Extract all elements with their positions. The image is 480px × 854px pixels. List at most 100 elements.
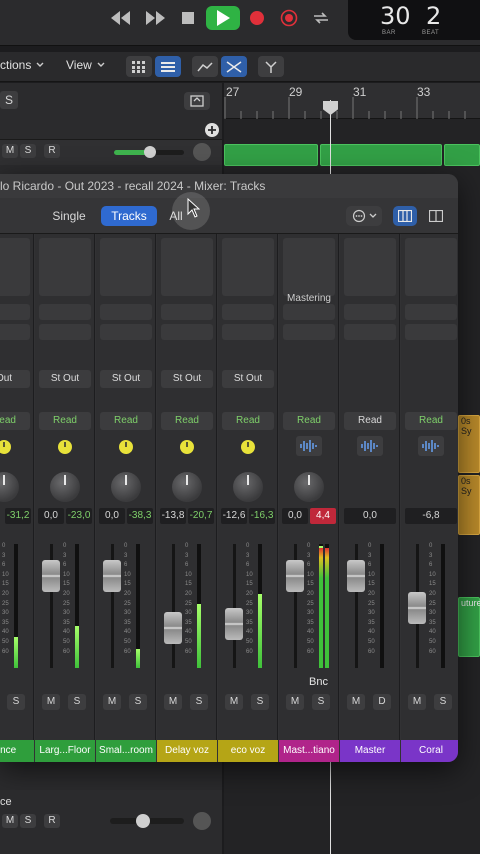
solo-button[interactable]: S xyxy=(434,694,452,710)
rewind-button[interactable] xyxy=(106,6,136,30)
instrument-icon[interactable] xyxy=(239,438,257,456)
channel-name[interactable]: .ence xyxy=(0,740,34,762)
solo-global-button[interactable]: S xyxy=(0,91,18,109)
forward-button[interactable] xyxy=(140,6,170,30)
volume-value[interactable]: 0,0 xyxy=(38,508,64,524)
track-row[interactable]: M S R xyxy=(0,139,222,165)
pan-knob[interactable] xyxy=(0,472,19,502)
peak-value[interactable]: -16,3 xyxy=(249,508,275,524)
mute-button[interactable]: M xyxy=(164,694,182,710)
mute-button[interactable]: M xyxy=(286,694,304,710)
channel-name[interactable]: Smal...room xyxy=(96,740,156,762)
mute-button[interactable]: M xyxy=(2,814,18,828)
capture-record-button[interactable] xyxy=(276,6,302,30)
list-view-button[interactable] xyxy=(155,56,181,77)
plugin-slots[interactable] xyxy=(0,238,30,296)
mute-button[interactable]: M xyxy=(225,694,243,710)
automation-mode[interactable]: Read xyxy=(222,412,274,430)
peak-value[interactable]: -20,7 xyxy=(188,508,214,524)
plugin-slots[interactable] xyxy=(100,238,152,296)
mute-button[interactable]: M xyxy=(42,694,60,710)
plugin-slots[interactable] xyxy=(39,238,91,296)
volume-value[interactable]: 0,0 xyxy=(282,508,308,524)
inspector-toggle-button[interactable] xyxy=(424,206,448,226)
plugin-slots[interactable] xyxy=(344,238,396,296)
solo-button[interactable]: S xyxy=(68,694,86,710)
midi-region[interactable]: uture xyxy=(458,597,480,657)
mute-button[interactable]: M xyxy=(408,694,426,710)
volume-thumb[interactable] xyxy=(144,146,156,158)
send-slot[interactable] xyxy=(283,304,335,320)
send-slot[interactable] xyxy=(0,324,30,340)
volume-fader[interactable] xyxy=(164,612,182,644)
send-slot[interactable] xyxy=(161,324,213,340)
flex-button[interactable] xyxy=(221,56,247,77)
send-slot[interactable] xyxy=(222,304,274,320)
automation-mode[interactable]: Read xyxy=(100,412,152,430)
solo-button[interactable]: S xyxy=(129,694,147,710)
send-slot[interactable] xyxy=(161,304,213,320)
automation-button[interactable] xyxy=(192,56,218,77)
send-slot[interactable] xyxy=(0,304,30,320)
bounce-label[interactable]: Bnc xyxy=(309,676,328,688)
pan-knob[interactable] xyxy=(50,472,80,502)
channel-name[interactable]: Mast...tiano xyxy=(279,740,339,762)
peak-value[interactable]: -23,0 xyxy=(66,508,92,524)
solo-button[interactable]: S xyxy=(20,814,36,828)
output-selector[interactable]: Out xyxy=(0,370,30,388)
record-enable-button[interactable]: R xyxy=(44,814,60,828)
mute-button[interactable]: M xyxy=(2,144,18,158)
midi-region[interactable] xyxy=(444,144,480,166)
channel-name[interactable]: Coral xyxy=(401,740,458,762)
mute-button[interactable]: M xyxy=(103,694,121,710)
peak-value[interactable]: 4,4 xyxy=(310,508,336,524)
peak-value[interactable]: -38,3 xyxy=(127,508,153,524)
channel-name[interactable]: eco voz xyxy=(218,740,278,762)
automation-mode[interactable]: Read xyxy=(283,412,335,430)
send-slot[interactable] xyxy=(344,304,396,320)
volume-fader[interactable] xyxy=(42,560,60,592)
audio-region[interactable]: 0s Sy xyxy=(458,415,480,473)
output-selector[interactable]: St Out xyxy=(100,370,152,388)
automation-mode[interactable]: Read xyxy=(161,412,213,430)
volume-fader[interactable] xyxy=(286,560,304,592)
automation-mode[interactable]: Read xyxy=(344,412,396,430)
timeline-ruler[interactable]: 27 29 31 33 xyxy=(224,83,480,119)
volume-thumb[interactable] xyxy=(136,814,150,828)
catch-button[interactable] xyxy=(258,56,284,77)
send-slot[interactable] xyxy=(39,324,91,340)
volume-fader[interactable] xyxy=(408,592,426,624)
record-button[interactable] xyxy=(244,6,270,30)
send-slot[interactable] xyxy=(283,324,335,340)
grid-view-button[interactable] xyxy=(126,56,152,77)
output-selector[interactable]: St Out xyxy=(222,370,274,388)
waveform-button[interactable] xyxy=(296,436,322,456)
view-tracks-button[interactable]: Tracks xyxy=(101,206,157,226)
channel-name[interactable]: Master xyxy=(340,740,400,762)
solo-button[interactable]: S xyxy=(312,694,330,710)
volume-value[interactable]: 0,0 xyxy=(99,508,125,524)
view-menu[interactable]: View xyxy=(66,58,105,72)
instrument-icon[interactable] xyxy=(0,438,13,456)
plugin-slots[interactable] xyxy=(161,238,213,296)
record-enable-button[interactable]: R xyxy=(44,144,60,158)
pan-knob[interactable] xyxy=(172,472,202,502)
send-slot[interactable] xyxy=(344,324,396,340)
instrument-icon[interactable] xyxy=(178,438,196,456)
stop-button[interactable] xyxy=(174,6,202,30)
volume-fader[interactable] xyxy=(103,560,121,592)
solo-button[interactable]: S xyxy=(7,694,25,710)
pan-knob[interactable] xyxy=(294,472,324,502)
pan-knob[interactable] xyxy=(193,143,211,161)
solo-button[interactable]: S xyxy=(251,694,269,710)
add-track-button[interactable] xyxy=(205,123,219,137)
peak-value[interactable]: -31,2 xyxy=(5,508,31,524)
midi-region[interactable] xyxy=(224,144,318,166)
send-slot[interactable] xyxy=(39,304,91,320)
instrument-icon[interactable] xyxy=(117,438,135,456)
add-folder-button[interactable] xyxy=(184,92,210,110)
view-single-button[interactable]: Single xyxy=(44,206,94,226)
send-slot[interactable] xyxy=(100,304,152,320)
volume-value[interactable]: 0,0 xyxy=(344,508,396,524)
volume-fader[interactable] xyxy=(225,608,243,640)
